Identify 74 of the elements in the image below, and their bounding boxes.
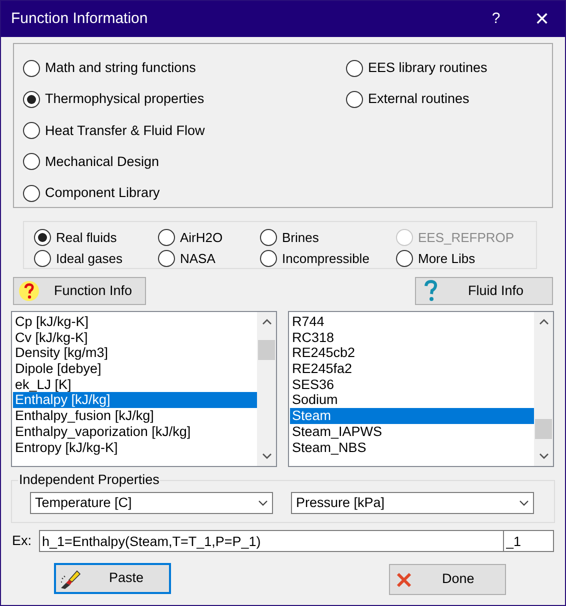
list-item[interactable]: RC318 bbox=[290, 330, 534, 346]
radio-label: Thermophysical properties bbox=[45, 90, 204, 108]
radio-label: Brines bbox=[282, 228, 319, 247]
example-field[interactable]: h_1=Enthalpy(Steam,T=T_1,P=P_1) bbox=[39, 530, 504, 552]
list-item[interactable]: Enthalpy_fusion [kJ/kg] bbox=[13, 408, 257, 424]
radio-label: Math and string functions bbox=[45, 59, 196, 77]
radio-button[interactable] bbox=[23, 122, 40, 140]
list-item[interactable]: Sodium bbox=[290, 392, 534, 408]
close-icon bbox=[396, 572, 412, 588]
list-item[interactable]: Steam_NBS bbox=[290, 440, 534, 456]
scroll-thumb[interactable] bbox=[258, 340, 275, 360]
list-item[interactable]: RE245fa2 bbox=[290, 361, 534, 377]
radio-button[interactable] bbox=[23, 184, 40, 202]
brush-icon bbox=[59, 568, 81, 590]
radio-label: Ideal gases bbox=[56, 250, 122, 268]
scroll-thumb[interactable] bbox=[535, 419, 552, 439]
close-button[interactable]: ✕ bbox=[519, 1, 565, 37]
paste-button[interactable]: Paste bbox=[54, 563, 171, 594]
scrollbar[interactable] bbox=[257, 312, 276, 466]
list-item[interactable]: ek_LJ [K] bbox=[13, 376, 257, 392]
radio-label: EES library routines bbox=[368, 59, 488, 77]
radio-label: Incompressible bbox=[282, 250, 370, 268]
radio-button[interactable] bbox=[34, 229, 51, 246]
caret-icon bbox=[519, 500, 529, 506]
radio-button[interactable] bbox=[23, 153, 40, 170]
list-item[interactable]: RE245cb2 bbox=[290, 345, 534, 362]
radio-label: More Libs bbox=[418, 250, 476, 268]
radio-label: External routines bbox=[368, 90, 470, 108]
list-item[interactable]: Steam_IAPWS bbox=[290, 424, 534, 440]
radio-button[interactable] bbox=[260, 250, 277, 267]
help-button[interactable]: ? bbox=[473, 1, 519, 37]
radio-button[interactable] bbox=[260, 229, 277, 246]
radio-button[interactable] bbox=[396, 250, 413, 267]
suffix-field[interactable]: _1 bbox=[504, 530, 554, 552]
scroll-down-icon[interactable] bbox=[538, 453, 548, 459]
list-item[interactable]: Entropy [kJ/kg-K] bbox=[13, 440, 257, 456]
list-item[interactable]: Dipole [debye] bbox=[13, 361, 257, 377]
question-icon bbox=[18, 280, 40, 302]
radio-button[interactable] bbox=[23, 60, 40, 77]
radio-button[interactable] bbox=[346, 90, 363, 108]
radio-label: Mechanical Design bbox=[45, 152, 160, 171]
radio-label: EES_REFPROP bbox=[418, 228, 514, 247]
example-label: Ex: bbox=[12, 532, 33, 550]
radio-button[interactable] bbox=[34, 250, 51, 267]
scroll-down-icon[interactable] bbox=[262, 453, 272, 459]
list-item[interactable]: R744 bbox=[290, 314, 534, 330]
radio-label: Heat Transfer & Fluid Flow bbox=[45, 122, 205, 140]
radio-label: Component Library bbox=[45, 184, 160, 202]
list-item[interactable]: Cp [kJ/kg-K] bbox=[13, 314, 257, 330]
scroll-up-icon[interactable] bbox=[262, 319, 272, 325]
list-item[interactable]: Density [kg/m3] bbox=[13, 345, 257, 362]
radio-label: NASA bbox=[180, 250, 216, 268]
radio-label: AirH2O bbox=[180, 228, 223, 247]
radio-button[interactable] bbox=[158, 250, 175, 267]
list-item[interactable]: Cv [kJ/kg-K] bbox=[13, 330, 257, 346]
caret-icon bbox=[258, 500, 268, 506]
radio-button[interactable] bbox=[23, 90, 40, 108]
window-title: Function Information bbox=[11, 8, 149, 29]
scroll-up-icon[interactable] bbox=[538, 319, 548, 325]
group-title: Independent Properties bbox=[18, 472, 160, 487]
radio-label: Real fluids bbox=[56, 228, 117, 247]
list-item[interactable]: Steam bbox=[290, 408, 534, 424]
fluid-info-button[interactable]: Fluid Info bbox=[415, 277, 553, 305]
scrollbar[interactable] bbox=[534, 312, 553, 466]
property-dropdown[interactable]: Pressure [kPa] bbox=[291, 492, 534, 514]
list-item[interactable]: Enthalpy [kJ/kg] bbox=[13, 392, 257, 408]
list-item[interactable]: Enthalpy_vaporization [kJ/kg] bbox=[13, 424, 257, 440]
list-item[interactable]: SES36 bbox=[290, 376, 534, 392]
function-info-button[interactable]: Function Info bbox=[13, 277, 146, 305]
radio-button[interactable] bbox=[346, 60, 363, 77]
radio-button[interactable] bbox=[158, 229, 175, 246]
done-button[interactable]: Done bbox=[389, 564, 506, 595]
property-dropdown[interactable]: Temperature [C] bbox=[30, 492, 273, 514]
question-icon bbox=[424, 280, 438, 302]
